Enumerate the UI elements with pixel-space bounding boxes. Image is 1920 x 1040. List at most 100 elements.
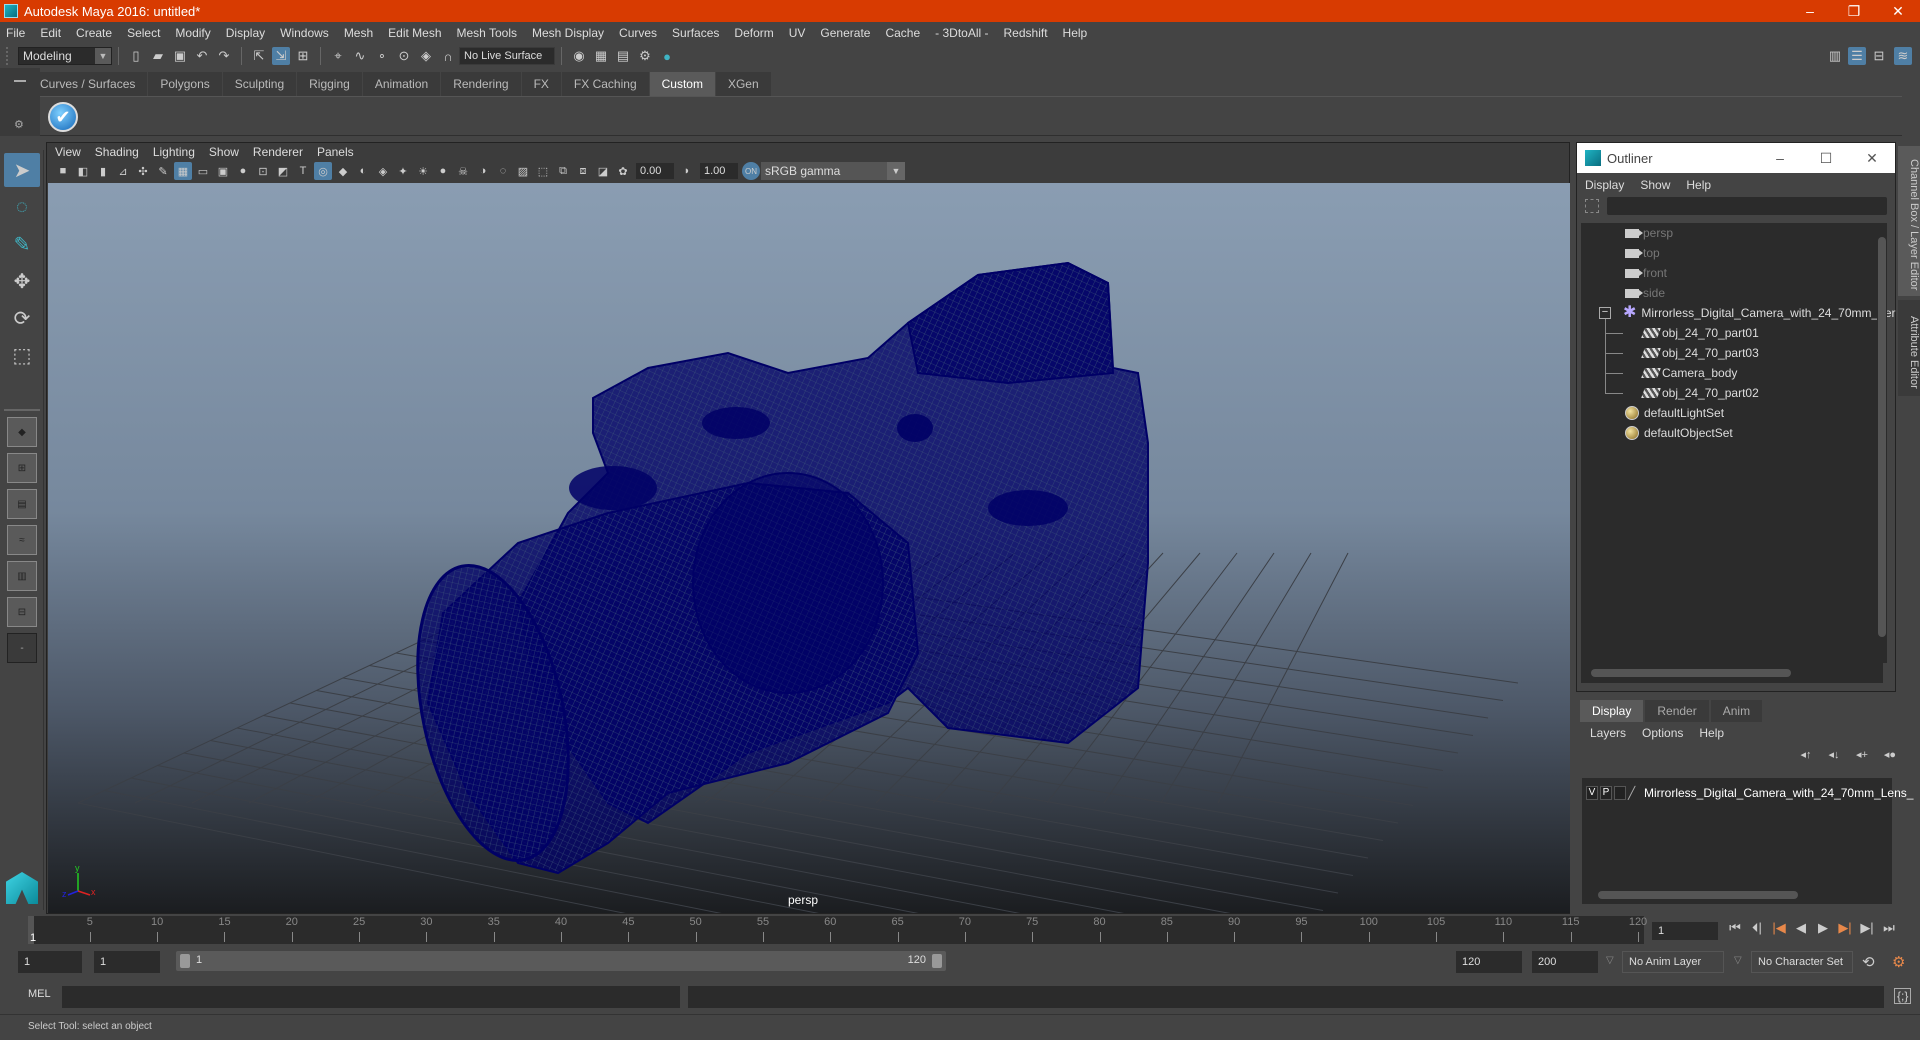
- gate-mask-icon[interactable]: ●: [234, 162, 252, 180]
- range-end-handle[interactable]: [932, 954, 942, 968]
- outliner-item-mesh[interactable]: obj_24_70_part01: [1641, 323, 1759, 343]
- use-all-lights-icon[interactable]: ☀: [414, 162, 432, 180]
- undo-icon[interactable]: ↶: [193, 47, 211, 65]
- chevron-down-icon[interactable]: ▽: [1606, 955, 1614, 966]
- custom-layout-icon[interactable]: -: [7, 633, 37, 663]
- move-tool-icon[interactable]: ✥: [4, 264, 40, 298]
- modeling-toolkit-icon[interactable]: ▥: [1826, 47, 1844, 65]
- shelf-tab-fx[interactable]: FX: [521, 72, 561, 96]
- outliner-close-button[interactable]: ✕: [1849, 143, 1895, 173]
- menu-set-selector[interactable]: Modeling ▼: [18, 47, 112, 65]
- outliner-horizontal-scrollbar[interactable]: [1581, 667, 1881, 679]
- outliner-minimize-button[interactable]: –: [1757, 143, 1803, 173]
- outliner-item-mesh[interactable]: obj_24_70_part02: [1641, 383, 1759, 403]
- hypershade-icon[interactable]: ●: [658, 47, 676, 65]
- smooth-shade-icon[interactable]: ◆: [334, 162, 352, 180]
- layer-menu-layers[interactable]: Layers: [1590, 726, 1626, 740]
- panel-menu-shading[interactable]: Shading: [95, 145, 139, 159]
- channel-box-toggle-icon[interactable]: ≋: [1894, 47, 1912, 65]
- step-forward-frame-icon[interactable]: ▶|: [1856, 920, 1878, 936]
- menu-mesh-tools[interactable]: Mesh Tools: [457, 26, 517, 40]
- snap-view-plane-icon[interactable]: ⊙: [395, 47, 413, 65]
- grease-pencil-icon[interactable]: ✎: [154, 162, 172, 180]
- paint-select-tool-icon[interactable]: ✎: [4, 227, 40, 261]
- hypershade-persp-layout-icon[interactable]: ▥: [7, 561, 37, 591]
- persp-graph-layout-icon[interactable]: ≈: [7, 525, 37, 555]
- shelf-tab-custom[interactable]: Custom: [649, 72, 715, 96]
- tab-attribute-editor[interactable]: Attribute Editor: [1898, 300, 1920, 396]
- animation-end-field[interactable]: 200: [1532, 951, 1598, 973]
- anti-aliasing-icon[interactable]: ◪: [594, 162, 612, 180]
- menu-deform[interactable]: Deform: [734, 26, 773, 40]
- default-material-icon[interactable]: ◐: [354, 162, 372, 180]
- menu-edit[interactable]: Edit: [40, 26, 61, 40]
- motion-blur-icon[interactable]: ⧈: [574, 162, 592, 180]
- smooth-wireframe-icon[interactable]: ▨: [514, 162, 532, 180]
- scroll-thumb[interactable]: [1878, 237, 1886, 637]
- command-input[interactable]: [62, 986, 680, 1008]
- panel-menu-lighting[interactable]: Lighting: [153, 145, 195, 159]
- menu-3dtoall[interactable]: - 3DtoAll -: [935, 26, 988, 40]
- layer-color-swatch[interactable]: ╱: [1628, 786, 1642, 800]
- attribute-editor-toggle-icon[interactable]: ☰: [1848, 47, 1866, 65]
- character-set-dropdown[interactable]: No Character Set: [1751, 951, 1853, 973]
- render-settings-icon[interactable]: ⚙: [636, 47, 654, 65]
- lasso-tool-icon[interactable]: ◌: [4, 190, 40, 224]
- bookmark-icon[interactable]: ▮: [94, 162, 112, 180]
- outliner-item-camera[interactable]: front: [1625, 263, 1667, 283]
- minimize-button[interactable]: –: [1788, 0, 1832, 22]
- menu-mesh[interactable]: Mesh: [344, 26, 373, 40]
- menu-help[interactable]: Help: [1063, 26, 1088, 40]
- textured-icon[interactable]: ✦: [394, 162, 412, 180]
- range-start-handle[interactable]: [180, 954, 190, 968]
- save-scene-icon[interactable]: ▣: [171, 47, 189, 65]
- filter-icon[interactable]: [1585, 199, 1599, 213]
- select-object-icon[interactable]: ⇲: [272, 47, 290, 65]
- tab-channel-box-layer-editor[interactable]: Channel Box / Layer Editor: [1898, 146, 1920, 296]
- snap-curve-icon[interactable]: ∿: [351, 47, 369, 65]
- outliner-menu-display[interactable]: Display: [1585, 178, 1624, 192]
- wireframe-on-shaded-icon[interactable]: ◈: [374, 162, 392, 180]
- exposure-icon[interactable]: ✿: [614, 162, 632, 180]
- scale-tool-icon[interactable]: ⬚: [4, 338, 40, 372]
- shelf-tab-rigging[interactable]: Rigging: [297, 72, 362, 96]
- layer-visibility-toggle[interactable]: V: [1586, 786, 1598, 800]
- render-view-icon[interactable]: ◉: [570, 47, 588, 65]
- go-to-start-icon[interactable]: ⏮: [1724, 920, 1746, 936]
- collapse-icon[interactable]: −: [1599, 307, 1611, 319]
- field-chart-icon[interactable]: ⊡: [254, 162, 272, 180]
- shelf-settings-icon[interactable]: ⚙: [14, 118, 24, 131]
- persp-graph-hypershade-layout-icon[interactable]: ⊟: [7, 597, 37, 627]
- move-layer-down-icon[interactable]: ◂↓: [1824, 748, 1844, 761]
- view-transform-dropdown[interactable]: sRGB gamma ▼: [761, 162, 905, 180]
- play-forwards-icon[interactable]: ▶: [1812, 920, 1834, 936]
- shelf-tab-animation[interactable]: Animation: [362, 72, 441, 96]
- layer-tab-display[interactable]: Display: [1580, 700, 1644, 722]
- snap-grid-icon[interactable]: ⌖: [329, 47, 347, 65]
- grid-icon[interactable]: ▦: [174, 162, 192, 180]
- grip-handle[interactable]: [6, 47, 12, 65]
- exposure-field[interactable]: 0.00: [636, 163, 674, 179]
- time-slider[interactable]: 1 5 10 15 20 25 30 35 40 45 50 55 60 65 70 75 80 85 90 95 1…: [28, 916, 1647, 944]
- outliner-persp-layout-icon[interactable]: ▤: [7, 489, 37, 519]
- menu-generate[interactable]: Generate: [820, 26, 870, 40]
- new-scene-icon[interactable]: ▯: [127, 47, 145, 65]
- animation-start-field[interactable]: 1: [18, 951, 82, 973]
- shelf-tab-polygons[interactable]: Polygons: [148, 72, 222, 96]
- menu-uv[interactable]: UV: [789, 26, 806, 40]
- select-tool-icon[interactable]: ➤: [4, 153, 40, 187]
- snap-point-icon[interactable]: ∘: [373, 47, 391, 65]
- tool-settings-icon[interactable]: ⊟: [1870, 47, 1888, 65]
- wireframe-icon[interactable]: ◎: [314, 162, 332, 180]
- shadows-icon[interactable]: ●: [434, 162, 452, 180]
- resolution-gate-icon[interactable]: ▣: [214, 162, 232, 180]
- step-forward-key-icon[interactable]: ▶|: [1834, 920, 1856, 936]
- outliner-item-camera[interactable]: persp: [1625, 223, 1673, 243]
- camera-attributes-icon[interactable]: ◧: [74, 162, 92, 180]
- range-slider[interactable]: 1 120: [176, 951, 946, 971]
- four-pane-layout-icon[interactable]: ⊞: [7, 453, 37, 483]
- camera-select-icon[interactable]: ■: [54, 162, 72, 180]
- layer-horizontal-scrollbar[interactable]: [1588, 890, 1888, 900]
- playback-start-field[interactable]: 1: [94, 951, 160, 973]
- outliner-item-mesh[interactable]: obj_24_70_part03: [1641, 343, 1759, 363]
